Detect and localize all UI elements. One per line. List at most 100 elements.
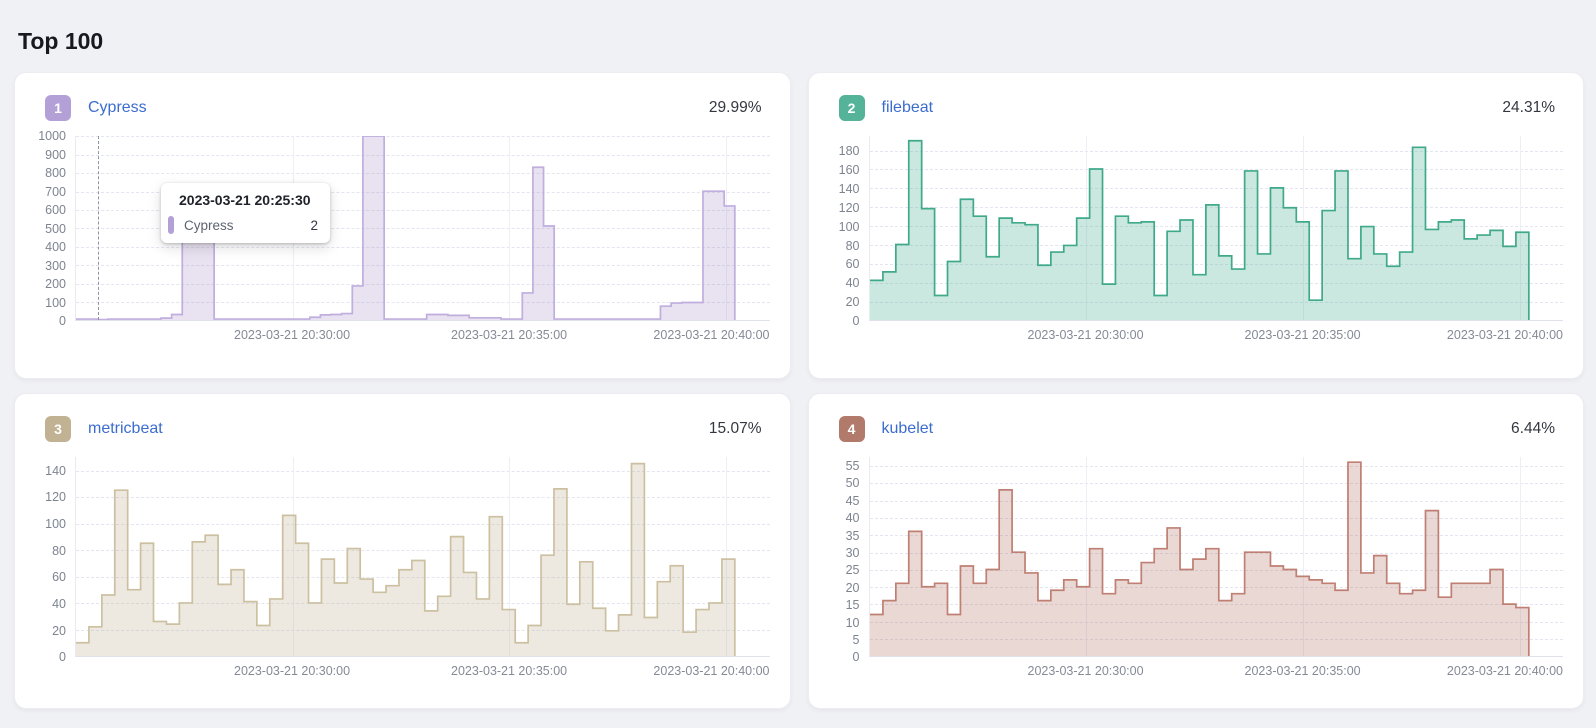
y-tick-label: 140 (45, 464, 66, 478)
plot-area[interactable] (869, 457, 1564, 657)
y-tick-label: 900 (45, 148, 66, 162)
y-tick-label: 60 (846, 257, 860, 271)
card-header: 3 metricbeat 15.07% (31, 414, 770, 442)
y-tick-label: 55 (846, 459, 860, 473)
y-tick-label: 5 (853, 633, 860, 647)
y-tick-label: 25 (846, 563, 860, 577)
y-tick-label: 80 (52, 544, 66, 558)
series-filebeat (870, 136, 1564, 320)
chart-tooltip: 2023-03-21 20:25:30 Cypress 2 (161, 183, 330, 243)
y-tick-label: 100 (45, 296, 66, 310)
chart-card-rank3: 3 metricbeat 15.07% 020406080100120140 2… (14, 393, 791, 709)
x-tick-label: 2023-03-21 20:30:00 (1027, 664, 1143, 678)
x-tick-label: 2023-03-21 20:30:00 (1027, 328, 1143, 342)
crosshair-cursor (98, 136, 99, 320)
plot-area[interactable]: 2023-03-21 20:25:30 Cypress 2 (75, 136, 770, 321)
y-tick-label: 40 (846, 511, 860, 525)
x-axis: 2023-03-21 20:30:00 2023-03-21 20:35:00 20… (869, 321, 1564, 347)
y-tick-label: 80 (846, 239, 860, 253)
y-tick-label: 1000 (38, 129, 66, 143)
percentage-value: 15.07% (709, 420, 762, 438)
y-tick-label: 50 (846, 476, 860, 490)
card-header: 4 kubelet 6.44% (825, 414, 1564, 442)
y-axis: 020406080100120140160180 (825, 136, 869, 321)
y-tick-label: 100 (839, 220, 860, 234)
x-axis: 2023-03-21 20:30:00 2023-03-21 20:35:00 20… (75, 321, 770, 347)
chart-card-rank4: 4 kubelet 6.44% 0 5 10 15 20 25 30 35 40 45 50 55 2… (808, 393, 1585, 709)
x-tick-label: 2023-03-21 20:40:00 (653, 328, 769, 342)
y-tick-label: 800 (45, 166, 66, 180)
y-tick-label: 40 (52, 597, 66, 611)
series-link[interactable]: metricbeat (88, 420, 163, 438)
y-tick-label: 35 (846, 529, 860, 543)
chart-area-chart: 020406080100120140 (31, 457, 770, 657)
y-tick-label: 30 (846, 546, 860, 560)
y-axis: 0510152025303540455055 (825, 457, 869, 657)
x-tick-label: 2023-03-21 20:35:00 (451, 664, 567, 678)
y-axis: 01002003004005006007008009001000 (31, 136, 75, 321)
x-tick-label: 2023-03-21 20:40:00 (653, 664, 769, 678)
series-metricbeat (76, 457, 770, 656)
tooltip-series-value: 2 (278, 218, 318, 233)
rank-badge: 2 (839, 95, 865, 121)
percentage-value: 6.44% (1511, 420, 1555, 438)
chart-card-rank2: 2 filebeat 24.31% 0 20 40 60 80 100 120 140 160 1… (808, 72, 1585, 379)
x-tick-label: 2023-03-21 20:30:00 (234, 664, 350, 678)
rank-badge: 1 (45, 95, 71, 121)
x-tick-label: 2023-03-21 20:35:00 (1245, 664, 1361, 678)
x-tick-label: 2023-03-21 20:30:00 (234, 328, 350, 342)
x-tick-label: 2023-03-21 20:35:00 (1245, 328, 1361, 342)
y-tick-label: 200 (45, 277, 66, 291)
series-kubelet (870, 457, 1564, 656)
y-tick-label: 45 (846, 494, 860, 508)
y-tick-label: 20 (846, 581, 860, 595)
y-tick-label: 0 (853, 314, 860, 328)
cards-grid: 1 Cypress 29.99% 01002003004005006007008… (14, 72, 1584, 709)
y-tick-label: 10 (846, 616, 860, 630)
series-link[interactable]: Cypress (88, 99, 147, 117)
y-tick-label: 120 (839, 201, 860, 215)
y-axis: 020406080100120140 (31, 457, 75, 657)
y-tick-label: 40 (846, 276, 860, 290)
y-tick-label: 120 (45, 490, 66, 504)
percentage-value: 24.31% (1502, 99, 1555, 117)
series-link[interactable]: kubelet (882, 420, 934, 438)
card-header: 1 Cypress 29.99% (31, 93, 770, 121)
y-tick-label: 400 (45, 240, 66, 254)
chart-area-chart: 020406080100120140160180 (825, 136, 1564, 321)
y-tick-label: 500 (45, 222, 66, 236)
y-tick-label: 600 (45, 203, 66, 217)
x-axis: 2023-03-21 20:30:00 2023-03-21 20:35:00 20… (75, 657, 770, 683)
plot-area[interactable] (869, 136, 1564, 321)
chart-area-chart: 01002003004005006007008009001000 2023-03… (31, 136, 770, 321)
chart-area-chart: 0510152025303540455055 (825, 457, 1564, 657)
percentage-value: 29.99% (709, 99, 762, 117)
y-tick-label: 0 (59, 314, 66, 328)
x-tick-label: 2023-03-21 20:35:00 (451, 328, 567, 342)
y-tick-label: 20 (52, 624, 66, 638)
y-tick-label: 160 (839, 163, 860, 177)
rank-badge: 4 (839, 416, 865, 442)
x-axis: 2023-03-21 20:30:00 2023-03-21 20:35:00 20… (869, 657, 1564, 683)
rank-badge: 3 (45, 416, 71, 442)
y-tick-label: 180 (839, 144, 860, 158)
y-tick-label: 140 (839, 182, 860, 196)
y-tick-label: 15 (846, 598, 860, 612)
y-tick-label: 0 (59, 650, 66, 664)
page-title: Top 100 (0, 15, 1596, 55)
tooltip-series-row: Cypress 2 (168, 216, 318, 234)
y-tick-label: 0 (853, 650, 860, 664)
chart-card-rank1: 1 Cypress 29.99% 0 100 200 300 400 500 600 700 8… (14, 72, 791, 379)
x-tick-label: 2023-03-21 20:40:00 (1447, 328, 1563, 342)
x-tick-label: 2023-03-21 20:40:00 (1447, 664, 1563, 678)
plot-area[interactable] (75, 457, 770, 657)
series-link[interactable]: filebeat (882, 99, 934, 117)
tooltip-series-name: Cypress (184, 218, 234, 233)
y-tick-label: 20 (846, 295, 860, 309)
card-header: 2 filebeat 24.31% (825, 93, 1564, 121)
y-tick-label: 700 (45, 185, 66, 199)
series-marker-icon (168, 216, 174, 234)
tooltip-timestamp: 2023-03-21 20:25:30 (179, 192, 318, 208)
y-tick-label: 300 (45, 259, 66, 273)
y-tick-label: 100 (45, 517, 66, 531)
